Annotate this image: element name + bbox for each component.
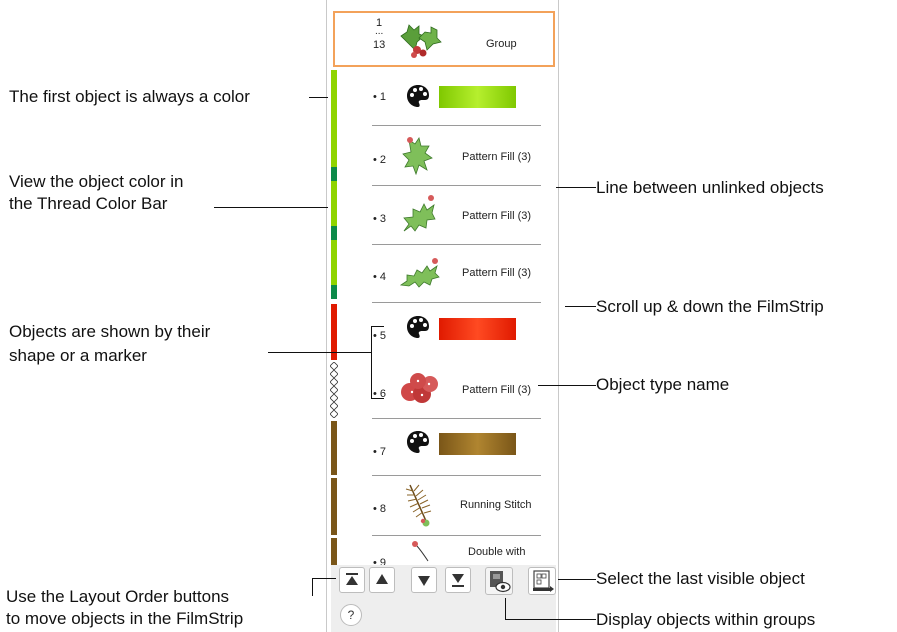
object-type-label: Pattern Fill (3) xyxy=(462,210,532,222)
thread-color-bar-lime-2 xyxy=(331,181,337,226)
callout-leader-line xyxy=(538,385,596,386)
select-last-visible-object-button[interactable] xyxy=(528,567,556,595)
callout-leader-line xyxy=(558,579,596,580)
callout-objects-shown-line2: shape or a marker xyxy=(9,346,147,365)
callout-view-color-line1: View the object color in xyxy=(9,172,184,191)
object-separator xyxy=(372,475,541,476)
callout-objects-shown-line1: Objects are shown by their xyxy=(9,322,211,341)
holly-leaf-icon xyxy=(399,258,440,288)
callout-bracket xyxy=(371,326,372,398)
move-to-first-button[interactable] xyxy=(339,567,365,593)
object-type-label: Pattern Fill (3) xyxy=(462,267,532,279)
thread-color-bar-lime-1 xyxy=(331,70,337,167)
thread-color-bar-applique-marker xyxy=(330,362,338,418)
callout-view-color-line2: the Thread Color Bar xyxy=(9,194,168,213)
move-to-first-icon xyxy=(346,573,358,585)
callout-leader-line xyxy=(312,578,336,579)
thread-color-swatch xyxy=(439,86,516,108)
thread-color-bar-green-3 xyxy=(331,285,337,299)
object-separator xyxy=(372,125,541,126)
thread-color-bar-brown-2 xyxy=(331,478,337,535)
thread-color-bar-green-1 xyxy=(331,167,337,181)
callout-leader-line xyxy=(268,352,372,353)
object-type-label: Pattern Fill (3) xyxy=(462,151,532,163)
item-number: • 4 xyxy=(373,271,387,283)
help-button[interactable]: ? xyxy=(340,604,362,626)
item-number: • 1 xyxy=(373,91,387,103)
callout-first-object: The first object is always a color xyxy=(9,87,250,106)
callout-leader-line xyxy=(565,306,596,307)
holly-leaf-icon xyxy=(402,137,433,176)
move-to-last-icon xyxy=(452,574,464,587)
palette-icon xyxy=(407,85,429,107)
item-number: • 2 xyxy=(373,154,387,166)
callout-line-between: Line between unlinked objects xyxy=(596,178,824,197)
item-number: • 7 xyxy=(373,446,387,458)
move-down-button[interactable] xyxy=(411,567,437,593)
group-range-ellipsis: ... xyxy=(375,26,384,37)
palette-icon xyxy=(407,316,429,338)
stem-icon xyxy=(412,541,429,562)
thread-color-swatch xyxy=(439,433,516,455)
callout-bracket xyxy=(371,398,384,399)
move-down-icon xyxy=(418,576,430,586)
thread-color-bar-brown-3 xyxy=(331,538,337,565)
select-last-visible-icon xyxy=(533,570,554,592)
object-separator xyxy=(372,535,541,536)
move-up-button[interactable] xyxy=(369,567,395,593)
object-type-label: Pattern Fill (3) xyxy=(462,384,532,396)
show-objects-within-groups-button[interactable] xyxy=(485,567,513,595)
group-row[interactable] xyxy=(333,11,555,67)
object-type-label: Double with xyxy=(468,546,526,558)
callout-select-last: Select the last visible object xyxy=(596,569,805,588)
move-up-icon xyxy=(376,574,388,584)
callout-display-groups: Display objects within groups xyxy=(596,610,816,629)
show-in-groups-icon xyxy=(490,571,511,593)
thread-color-bar-brown-1 xyxy=(331,421,337,475)
holly-group-icon xyxy=(400,24,442,58)
callout-leader-line xyxy=(312,578,313,596)
move-to-last-button[interactable] xyxy=(445,567,471,593)
object-separator xyxy=(372,418,541,419)
object-separator xyxy=(372,302,541,303)
berries-icon xyxy=(401,373,438,403)
group-label: Group xyxy=(486,38,517,50)
item-number: • 8 xyxy=(373,503,387,515)
pine-branch-icon xyxy=(405,484,432,527)
callout-layout-order-line1: Use the Layout Order buttons xyxy=(6,587,230,606)
callout-layout-order-line2: to move objects in the FilmStrip xyxy=(6,609,244,628)
callout-leader-line xyxy=(505,598,506,620)
thread-color-bar-green-2 xyxy=(331,226,337,240)
callout-leader-line xyxy=(505,619,596,620)
thread-color-bar-lime-3 xyxy=(331,240,337,285)
holly-leaf-icon xyxy=(403,195,436,232)
object-type-label: Running Stitch xyxy=(460,499,532,511)
object-separator xyxy=(372,244,541,245)
callout-leader-line xyxy=(214,207,328,208)
callout-object-type: Object type name xyxy=(596,375,730,394)
thread-color-swatch xyxy=(439,318,516,340)
callout-scroll: Scroll up & down the FilmStrip xyxy=(596,297,824,316)
callout-bracket xyxy=(371,326,384,327)
palette-icon xyxy=(407,431,429,453)
callout-leader-line xyxy=(556,187,596,188)
item-number: • 5 xyxy=(373,330,387,342)
group-range-end: 13 xyxy=(373,39,386,51)
object-separator xyxy=(372,185,541,186)
item-number: • 3 xyxy=(373,213,387,225)
callout-leader-line xyxy=(309,97,328,98)
